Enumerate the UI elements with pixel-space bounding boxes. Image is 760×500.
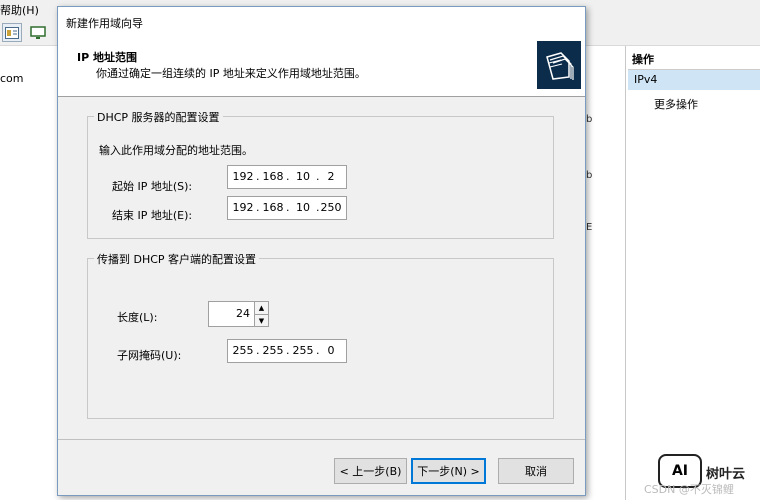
end-ip-label: 结束 IP 地址(E): <box>112 209 193 222</box>
ip-dot: . <box>286 201 290 214</box>
menu-help[interactable]: 帮助(H) <box>0 2 39 18</box>
cancel-button[interactable]: 取消 <box>498 458 574 484</box>
ip-octet[interactable]: 192 <box>230 170 256 183</box>
subnet-mask-label: 子网掩码(U): <box>117 349 182 362</box>
ip-octet[interactable]: 168 <box>260 201 286 214</box>
start-ip-field[interactable]: 192 . 168 . 10 . 2 <box>227 165 347 189</box>
ip-octet[interactable]: 2 <box>318 170 344 183</box>
spin-up-icon[interactable]: ▲ <box>255 302 268 314</box>
ip-octet[interactable]: 255 <box>260 344 286 357</box>
ip-dot: . <box>256 201 260 214</box>
center-fragment: E <box>586 222 593 233</box>
server-settings-label: DHCP 服务器的配置设置 <box>94 109 223 125</box>
ip-octet[interactable]: 192 <box>230 201 256 214</box>
button-separator <box>58 439 585 440</box>
ip-octet[interactable]: 0 <box>318 344 344 357</box>
length-label: 长度(L): <box>117 311 158 324</box>
ip-dot: . <box>286 170 290 183</box>
center-fragment: b <box>586 114 593 125</box>
title-bar[interactable]: 新建作用域向导 <box>58 7 585 35</box>
length-spin-buttons: ▲ ▼ <box>254 302 268 326</box>
watermark-csdn: CSDN @不灭锦鲤 <box>644 483 734 496</box>
dialog-title: 新建作用域向导 <box>66 17 143 30</box>
actions-header: 操作 <box>628 50 760 70</box>
ip-octet[interactable]: 10 <box>290 170 316 183</box>
length-value[interactable]: 24 <box>236 307 250 320</box>
watermark-brand: 树叶云 <box>706 467 746 482</box>
next-button[interactable]: 下一步(N) > <box>411 458 486 484</box>
tree-item-text[interactable]: com <box>0 72 24 85</box>
wizard-header: IP 地址范围 你通过确定一组连续的 IP 地址来定义作用域地址范围。 <box>58 35 585 97</box>
ip-octet[interactable]: 255 <box>230 344 256 357</box>
ip-octet[interactable]: 250 <box>318 201 344 214</box>
ip-dot: . <box>256 344 260 357</box>
start-ip-label: 起始 IP 地址(S): <box>112 180 193 193</box>
page-title: IP 地址范围 <box>77 51 137 64</box>
monitor-icon[interactable] <box>28 23 48 42</box>
ip-dot: . <box>286 344 290 357</box>
properties-icon[interactable] <box>2 23 22 42</box>
length-stepper[interactable]: 24 ▲ ▼ <box>208 301 269 327</box>
center-fragment: b <box>586 170 593 181</box>
actions-item-ipv4[interactable]: IPv4 <box>628 70 760 90</box>
console-tree <box>0 46 56 500</box>
actions-pane: 操作 IPv4 更多操作 <box>628 46 760 500</box>
watermark-logo-text: AI <box>671 463 689 479</box>
folder-stack-icon <box>537 41 581 89</box>
actions-item-more[interactable]: 更多操作 <box>654 96 698 112</box>
back-button[interactable]: < 上一步(B) <box>334 458 407 484</box>
ip-octet[interactable]: 10 <box>290 201 316 214</box>
ip-dot: . <box>256 170 260 183</box>
ip-octet[interactable]: 255 <box>290 344 316 357</box>
new-scope-wizard-dialog: 新建作用域向导 IP 地址范围 你通过确定一组连续的 IP 地址来定义作用域地址… <box>57 6 586 496</box>
end-ip-field[interactable]: 192 . 168 . 10 . 250 <box>227 196 347 220</box>
client-settings-label: 传播到 DHCP 客户端的配置设置 <box>94 251 260 267</box>
spin-down-icon[interactable]: ▼ <box>255 314 268 326</box>
subnet-mask-field[interactable]: 255 . 255 . 255 . 0 <box>227 339 347 363</box>
ip-octet[interactable]: 168 <box>260 170 286 183</box>
page-subtitle: 你通过确定一组连续的 IP 地址来定义作用域地址范围。 <box>96 67 366 80</box>
range-instruction: 输入此作用域分配的地址范围。 <box>99 144 253 157</box>
